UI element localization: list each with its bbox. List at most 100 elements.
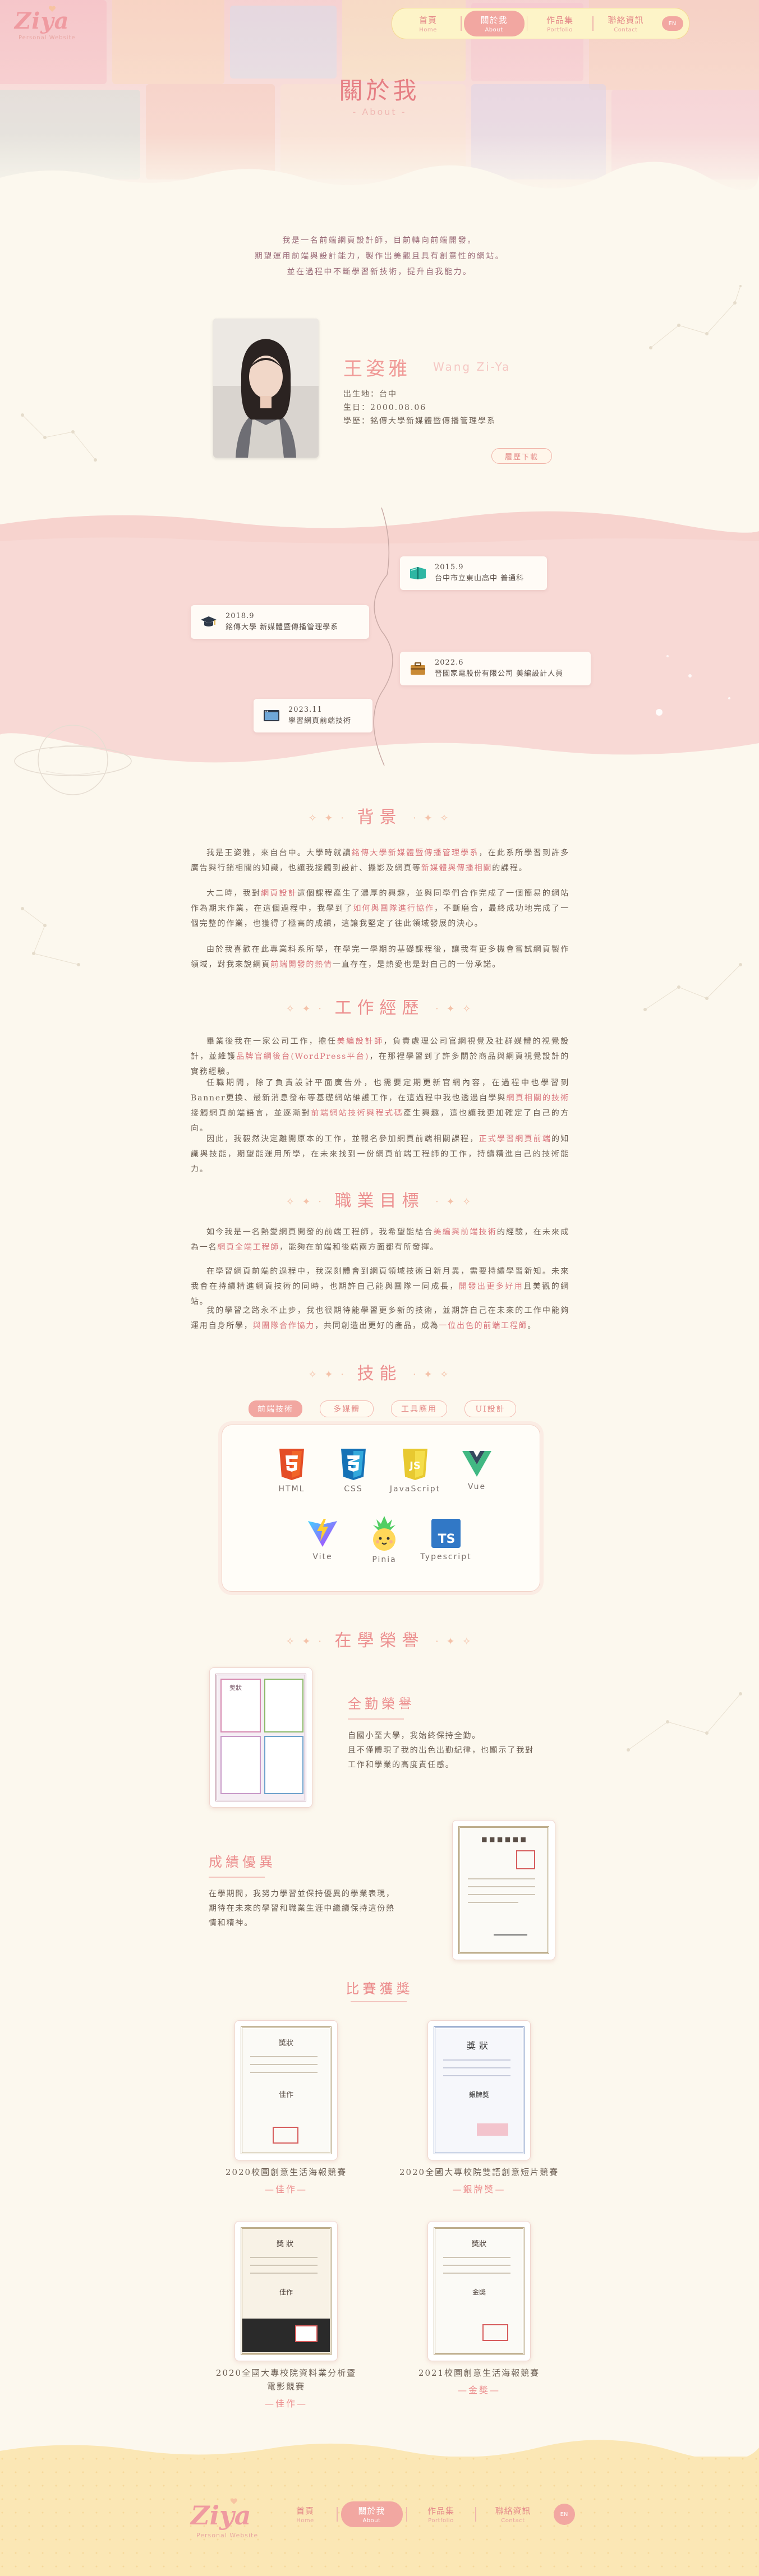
certificate-text: 佳作	[278, 2091, 293, 2099]
typescript-icon: TS	[431, 1519, 461, 1548]
footer-language-toggle[interactable]: EN	[553, 2504, 575, 2525]
hero-wave-divider	[0, 162, 759, 193]
svg-text:JS: JS	[408, 1460, 421, 1472]
skill-item: Vue	[446, 1448, 508, 1491]
competition-rank: —佳作—	[264, 2398, 307, 2409]
skill-item: Vite	[292, 1518, 353, 1561]
certificate-text: 獎狀	[278, 2039, 293, 2048]
heart-icon	[48, 6, 56, 12]
skill-label: JavaScript	[389, 1485, 441, 1494]
competition-rank: —金獎—	[457, 2385, 500, 2395]
heart-icon	[230, 2498, 238, 2504]
footer-nav-portfolio[interactable]: 作品集 Portfolio	[410, 2501, 472, 2527]
hero-banner: Ziya Personal Website 首頁 Home 關於我 About 作品…	[0, 0, 759, 193]
competition-name: 2021校園創意生活海報競賽	[418, 2368, 540, 2378]
resume-download-button[interactable]: 履歷下載	[491, 448, 552, 464]
nav-label: 作品集	[427, 2506, 454, 2516]
nav-sublabel: Portfolio	[428, 2518, 454, 2524]
section-title-text: 工作經歷	[334, 998, 425, 1018]
skill-label: Vite	[312, 1552, 333, 1561]
tab-frontend[interactable]: 前端技術	[249, 1400, 302, 1417]
timeline-text: 台中市立東山高中 普通科	[435, 574, 525, 583]
footer-logo[interactable]: Ziya	[191, 2500, 251, 2531]
nav-item-portfolio[interactable]: 作品集 Portfolio	[530, 11, 590, 36]
experience-paragraph: 因此，我毅然決定離開原本的工作，並報名參加網頁前端相關課程，正式學習網頁前端的知…	[191, 1135, 570, 1174]
pinia-icon	[373, 1516, 395, 1551]
certificate-text: 獎狀	[276, 2240, 296, 2248]
timeline-date: 2022.6	[435, 658, 464, 667]
css3-icon	[341, 1449, 366, 1480]
nav-label: 聯絡資訊	[608, 15, 644, 25]
profile-birthplace: 出生地：台中	[343, 390, 397, 399]
divider	[209, 1877, 265, 1878]
section-title-skills: ✧ ✦ · 技能 · ✦ ✧	[308, 1364, 451, 1384]
nav-label: 關於我	[358, 2506, 385, 2516]
profile-education: 學歷：銘傳大學新媒體暨傳播管理學系	[343, 417, 496, 426]
footer: Ziya Personal Website 首頁 Home 關於我 About 作品…	[0, 2440, 759, 2576]
certificate-text: 獎狀	[229, 1684, 242, 1692]
goals-paragraph: 我的學習之路永不止步，我也很期待能學習更多新的技術，並期許自己在未來的工作中能夠…	[191, 1306, 569, 1330]
javascript-icon: JS	[403, 1449, 427, 1480]
footer-nav-home[interactable]: 首頁 Home	[277, 2501, 333, 2527]
award-text: 自國小至大學，我始終保持全勤。	[348, 1731, 481, 1740]
award-heading: 成績優異	[209, 1854, 276, 1870]
footer-nav-contact[interactable]: 聯絡資訊 Contact	[480, 2501, 547, 2527]
vite-icon	[308, 1519, 337, 1547]
profile-photo	[213, 319, 319, 458]
nav-item-about[interactable]: 關於我 About	[463, 11, 525, 36]
top-nav: 首頁 Home 關於我 About 作品集 Portfolio 聯絡資訊 Contact…	[392, 8, 689, 39]
experience-paragraph: 任職期間，除了負責設計平面廣告外，也需要定期更新官網內容，在過程中也學習到Ban…	[191, 1079, 570, 1133]
certificate-text: 銀牌獎	[468, 2091, 489, 2099]
skill-label: Pinia	[372, 1555, 397, 1564]
tab-multimedia[interactable]: 多媒體	[320, 1400, 374, 1417]
certificate-image: 獎狀 佳作	[234, 2221, 338, 2361]
page-subtitle: - About -	[352, 107, 407, 117]
language-toggle[interactable]: EN	[661, 16, 683, 31]
footer-subtitle: Personal Website	[196, 2532, 259, 2539]
skill-item: HTML	[261, 1448, 323, 1494]
tab-tools[interactable]: 工具應用	[391, 1400, 447, 1417]
book-icon	[408, 563, 428, 583]
constellation-decoration	[649, 285, 742, 349]
briefcase-icon	[408, 658, 428, 679]
background-paragraph: 大二時，我對網頁設計這個課程產生了濃厚的興趣，並與同學們合作完成了一個簡易的網站…	[191, 889, 569, 928]
competitions-heading: 比賽獲獎	[346, 1981, 413, 1997]
section-title-text: 職業目標	[334, 1191, 425, 1211]
timeline-date: 2023.11	[288, 706, 323, 714]
award-heading: 全勤榮譽	[348, 1696, 415, 1712]
goals-paragraph: 在學習網頁前端的過程中，我深刻體會到網頁領域技術日新月異，需要持續學習新知。未來…	[191, 1267, 569, 1306]
award-text: 期待在未來的學習和職業生涯中繼續保持這份熱	[209, 1904, 395, 1913]
timeline-text: 銘傳大學 新媒體暨傳播管理學系	[226, 623, 339, 632]
nav-label: 聯絡資訊	[495, 2506, 531, 2516]
certificate-text: 獎狀	[466, 2040, 491, 2051]
divider	[348, 1718, 404, 1720]
skill-item: JS JavaScript	[384, 1448, 446, 1494]
background-paragraph: 由於我喜歡在此專業科系所學，在學完一學期的基礎課程後，讓我有更多機會嘗試網頁製作…	[191, 945, 569, 969]
timeline-item: 2022.6 晉園家電股份有限公司 美編設計人員	[400, 652, 591, 685]
skill-label: Vue	[467, 1482, 486, 1491]
certificate-image: 獎狀 佳作	[234, 2020, 338, 2160]
tab-ui-design[interactable]: UI設計	[464, 1400, 516, 1417]
nav-item-home[interactable]: 首頁 Home	[398, 11, 458, 36]
footer-nav: 首頁 Home 關於我 About 作品集 Portfolio 聯絡資訊 Contact…	[277, 2501, 575, 2527]
nav-sublabel: Contact	[501, 2518, 525, 2524]
nav-label: 作品集	[546, 15, 573, 25]
competition-rank: —佳作—	[264, 2184, 307, 2195]
intro-line: 我是一名前端網頁設計師，目前轉向前端開發。	[282, 236, 477, 245]
intro-line: 並在過程中不斷學習新技術，提升自我能力。	[287, 268, 472, 277]
certificate-text: 佳作	[279, 2288, 293, 2296]
nav-sublabel: About	[362, 2518, 381, 2524]
section-title-text: 在學榮譽	[334, 1631, 425, 1651]
brand-logo[interactable]: Ziya	[15, 8, 70, 34]
skill-item: CSS	[323, 1448, 384, 1494]
nav-sublabel: Contact	[614, 27, 638, 33]
nav-label: 關於我	[480, 15, 508, 25]
timeline-item: 2023.11 學習網頁前端技術	[254, 699, 372, 732]
brand-subtitle: Personal Website	[19, 35, 76, 41]
computer-icon	[261, 706, 282, 726]
skill-label: CSS	[344, 1485, 363, 1494]
planet-decoration	[14, 725, 132, 795]
nav-item-contact[interactable]: 聯絡資訊 Contact	[596, 11, 656, 36]
footer-nav-about[interactable]: 關於我 About	[341, 2501, 403, 2527]
section-title-text: 背景	[357, 808, 402, 827]
